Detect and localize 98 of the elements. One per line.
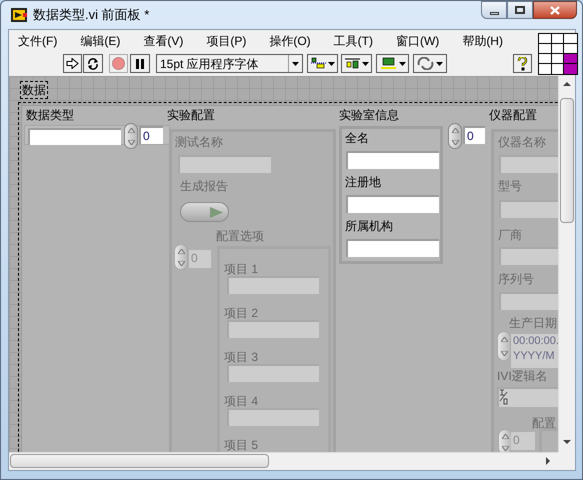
scroll-thumb[interactable] [10,454,269,468]
index-field[interactable]: 0 [139,126,163,144]
field-label: 项目 2 [224,305,258,321]
increment-spinner[interactable] [124,123,138,149]
loop-arrows-icon [86,56,100,70]
array-label: 实验室信息 [339,107,399,123]
minimize-button[interactable] [481,1,507,19]
reorder-button[interactable] [413,54,447,73]
field-label: 项目 3 [224,349,258,365]
connector-pane-icon[interactable] [538,33,578,75]
field-label: 厂商 [498,227,522,243]
field-label: IVI逻辑名 [497,368,548,384]
resize-icon [380,57,396,70]
align-objects-button[interactable] [307,54,338,73]
string-field[interactable] [227,408,319,426]
field-label: 测试名称 [175,134,223,150]
help-icon [517,56,528,70]
string-field[interactable] [499,155,558,173]
font-dropdown[interactable]: 15pt 应用程序字体 [156,54,303,73]
io-icon [499,389,509,405]
cluster-label: 实验配置 [167,107,215,123]
reorder-arrows-icon [417,57,434,70]
string-field[interactable] [227,364,319,382]
scroll-up-arrow-icon[interactable] [563,82,571,86]
caret-icon [436,62,443,66]
close-button[interactable] [533,1,577,19]
up-arrow-icon [128,128,134,132]
field-label: 生产日期 [509,315,557,331]
maximize-button[interactable] [507,1,533,19]
array-label: 配置选项 [216,228,264,244]
menu-item[interactable]: 帮助(H) [457,32,508,50]
io-name-field[interactable] [497,387,558,407]
run-button[interactable] [63,54,82,73]
menu-item[interactable]: 查看(V) [138,32,188,50]
button-label: 生成报告 [180,178,228,194]
increment-spinner[interactable] [497,331,511,361]
field-label: 注册地 [345,174,381,190]
caret-icon [362,62,368,66]
pause-button[interactable] [130,54,150,73]
down-arrow-icon [502,446,508,450]
field-label: 型号 [498,178,522,194]
horizontal-scrollbar[interactable] [9,452,558,469]
string-field[interactable] [227,320,319,338]
increment-spinner[interactable] [448,123,462,149]
menu-item[interactable]: 编辑(E) [75,32,126,50]
string-field[interactable] [178,155,271,173]
down-arrow-icon [178,260,184,266]
dropdown-arrow-icon [288,55,302,72]
up-arrow-icon [500,336,508,342]
distribute-objects-button[interactable] [341,54,372,73]
array-label: 配置 [532,415,556,431]
run-continuously-button[interactable] [83,54,103,73]
string-field[interactable] [346,195,439,213]
menu-item[interactable]: 文件(F) [13,32,62,50]
caret-icon [398,62,406,66]
caret-icon [328,62,334,66]
scroll-thumb[interactable] [560,98,574,223]
resize-objects-button[interactable] [376,54,409,73]
app-icon [11,6,27,22]
up-arrow-icon [502,434,508,438]
arrow-icon [66,58,79,69]
scroll-down-arrow-icon[interactable] [563,440,571,444]
cluster-label: 仪器配置 [489,107,537,123]
window-title: 数据类型.vi 前面板 * [33,6,150,24]
field-label: 项目 4 [224,393,258,409]
field-label: 序列号 [498,271,534,287]
distribute-icon [344,57,360,70]
align-icon [310,57,326,70]
increment-spinner[interactable] [174,244,188,270]
menu-item[interactable]: 项目(P) [201,32,252,50]
up-arrow-icon [452,128,458,132]
menu-item[interactable]: 操作(O) [264,32,316,50]
field-label: 项目 5 [224,437,258,452]
string-field[interactable] [499,200,558,218]
string-field[interactable] [346,239,439,257]
string-field[interactable] [499,247,558,265]
field-label: 项目 1 [224,261,258,277]
string-field[interactable] [346,151,439,169]
up-arrow-icon [178,248,184,254]
scroll-right-arrow-icon[interactable] [546,457,550,465]
index-field[interactable]: 0 [463,126,485,144]
field-label: 仪器名称 [498,134,546,150]
vertical-scrollbar[interactable] [558,76,575,452]
field-label: 所属机构 [345,218,393,234]
down-arrow-icon [500,350,508,356]
string-field[interactable] [227,276,319,294]
field-label: 全名 [345,130,369,146]
menu-item[interactable]: 窗口(W) [390,32,444,50]
down-arrow-icon [128,140,134,144]
help-button[interactable] [513,54,532,73]
array-label: 数据类型 [26,107,74,123]
down-arrow-icon [452,140,458,144]
string-field[interactable] [28,128,121,145]
cluster-label: 数据 [20,81,48,99]
string-field[interactable] [499,292,558,310]
toggle-button[interactable] [180,202,229,222]
menu-item[interactable]: 工具(T) [328,32,378,50]
close-icon [550,6,560,14]
